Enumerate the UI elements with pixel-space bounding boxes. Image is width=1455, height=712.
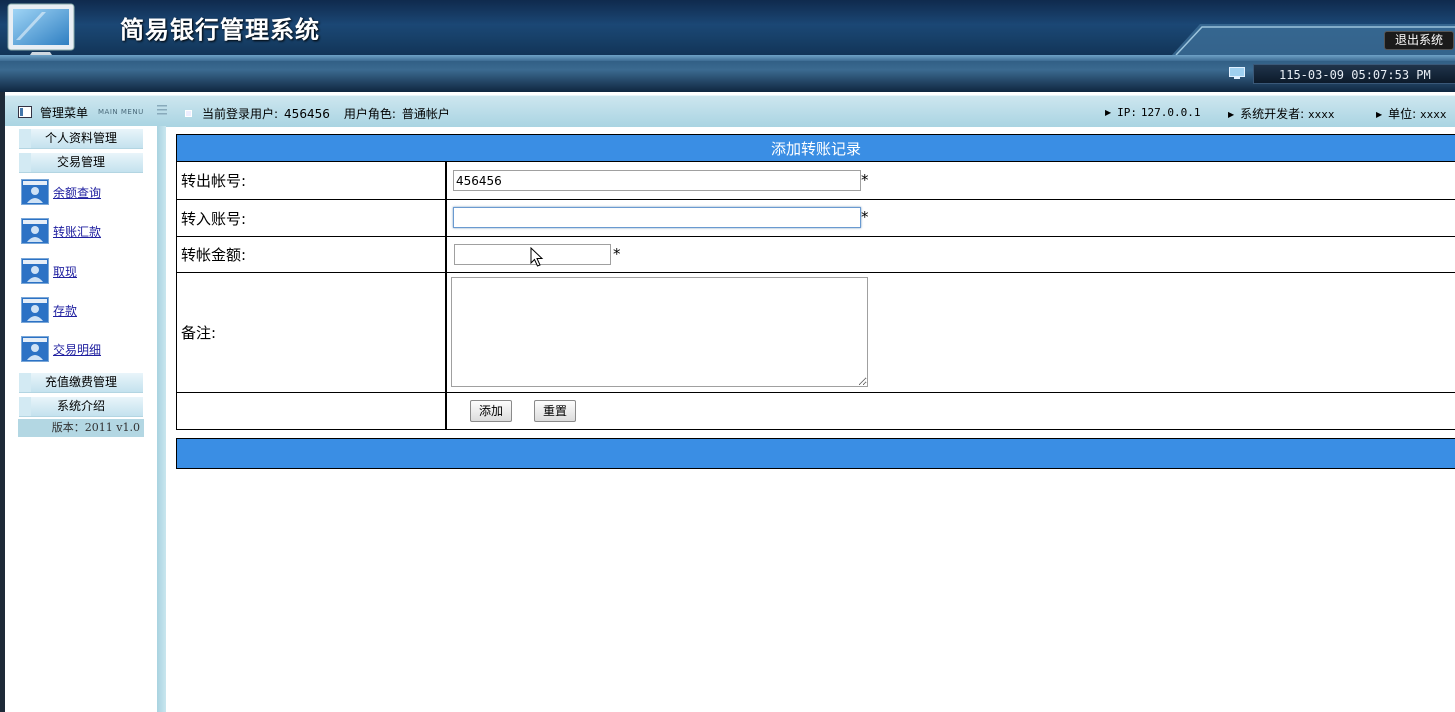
- amount-label: 转帐金额:: [177, 237, 447, 272]
- unit-info: ▶ 单位: xxxx: [1376, 105, 1447, 122]
- to-account-input[interactable]: [453, 207, 861, 228]
- add-button[interactable]: 添加: [470, 400, 513, 422]
- menu-item-transfer[interactable]: 转账汇款: [21, 215, 101, 247]
- version-label: 版本：2011 v1.0: [18, 419, 144, 437]
- mouse-cursor-icon: [530, 247, 544, 267]
- user-icon: [21, 258, 49, 284]
- button-row-label-cell: [177, 393, 447, 429]
- arrow-right-icon: ▶: [1105, 108, 1112, 117]
- menu-item-label: 交易明细: [53, 342, 102, 357]
- ip-info: ▶ IP: 127.0.0.1: [1105, 105, 1200, 119]
- menu-header: 管理菜单 MAIN MENU: [18, 103, 144, 121]
- required-mark: *: [613, 245, 621, 263]
- app-title: 简易银行管理系统: [120, 15, 320, 44]
- button-row: 添加 重置: [176, 393, 1455, 430]
- screen-icon: [1229, 67, 1245, 79]
- sidebar-divider: [157, 126, 166, 712]
- menu-item-withdraw[interactable]: 取现: [21, 255, 77, 287]
- user-icon: [21, 297, 49, 323]
- required-mark: *: [861, 171, 869, 189]
- form-title: 添加转账记录: [176, 134, 1455, 162]
- reset-button[interactable]: 重置: [534, 400, 577, 422]
- current-user-label: 当前登录用户:: [202, 107, 279, 121]
- required-mark: *: [861, 208, 869, 226]
- from-account-input[interactable]: [453, 170, 861, 191]
- arrow-right-icon: ▶: [1228, 110, 1235, 119]
- menu-category-transaction[interactable]: 交易管理: [19, 153, 143, 173]
- menu-item-label: 取现: [53, 264, 78, 279]
- remark-label: 备注:: [177, 273, 447, 392]
- remark-row: 备注:: [176, 273, 1455, 393]
- menu-item-label: 余额查询: [53, 185, 102, 200]
- amount-row: 转帐金额: *: [176, 237, 1455, 273]
- unit-value: xxxx: [1420, 108, 1447, 121]
- menu-item-deposit[interactable]: 存款: [21, 294, 77, 326]
- menu-category-about[interactable]: 系统介绍: [19, 397, 143, 417]
- developer-info: ▶ 系统开发者: xxxx: [1228, 105, 1335, 122]
- to-account-row: 转入账号: *: [176, 200, 1455, 237]
- current-user-value: 456456: [284, 106, 330, 121]
- role-value: 普通帐户: [401, 107, 450, 121]
- current-user-info: 当前登录用户: 456456 用户角色: 普通帐户: [185, 105, 450, 122]
- menu-lines-icon: [157, 105, 167, 115]
- unit-label: 单位:: [1388, 107, 1417, 121]
- developer-label: 系统开发者:: [1240, 107, 1305, 121]
- menu-title: 管理菜单: [40, 105, 89, 120]
- app-header: 简易银行管理系统 退出系统: [0, 0, 1455, 55]
- to-account-label: 转入账号:: [177, 200, 447, 236]
- from-account-row: 转出帐号: *: [176, 162, 1455, 200]
- from-account-label: 转出帐号:: [177, 162, 447, 199]
- header-strip-highlight: [0, 55, 1455, 61]
- menu-item-balance-query[interactable]: 余额查询: [21, 176, 101, 208]
- developer-value: xxxx: [1308, 108, 1335, 121]
- bullet-icon: [185, 110, 192, 117]
- monitor-logo-icon: [7, 3, 75, 55]
- form-footer-bar: [176, 438, 1455, 469]
- menu-item-transaction-details[interactable]: 交易明细: [21, 333, 101, 365]
- menu-item-label: 存款: [53, 303, 78, 318]
- user-icon: [21, 336, 49, 362]
- ip-value: 127.0.0.1: [1140, 106, 1201, 119]
- menu-title-en: MAIN MENU: [98, 108, 144, 116]
- arrow-right-icon: ▶: [1376, 110, 1383, 119]
- menu-category-profile[interactable]: 个人资料管理: [19, 129, 143, 149]
- datetime-display: 115-03-09 05:07:53 PM: [1253, 64, 1455, 84]
- ip-label: IP:: [1117, 106, 1138, 119]
- menu-item-label: 转账汇款: [53, 224, 102, 239]
- user-icon: [21, 218, 49, 244]
- logout-button[interactable]: 退出系统: [1384, 31, 1454, 50]
- user-icon: [21, 179, 49, 205]
- role-label: 用户角色:: [343, 107, 396, 121]
- menu-panel-icon: [18, 106, 32, 118]
- menu-category-recharge[interactable]: 充值缴费管理: [19, 373, 143, 393]
- remark-textarea[interactable]: [451, 277, 868, 387]
